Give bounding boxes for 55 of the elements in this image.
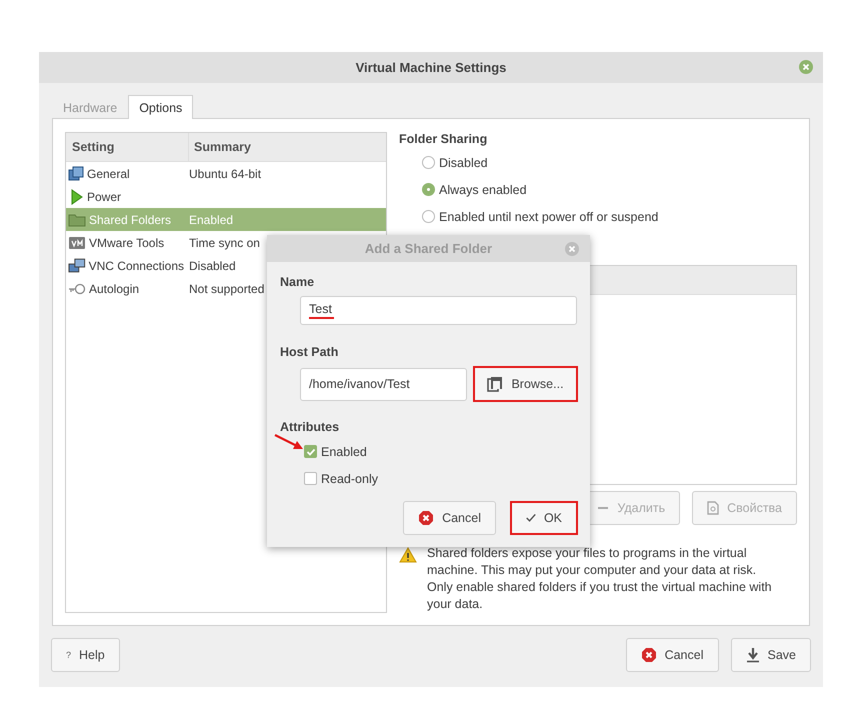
- close-icon[interactable]: [799, 60, 813, 74]
- field-label: Name: [280, 275, 316, 289]
- setting-name: Autologin: [89, 282, 140, 296]
- setting-summary: Ubuntu 64-bit: [189, 166, 262, 180]
- checkbox[interactable]: [304, 472, 317, 485]
- ok-button[interactable]: OK: [510, 501, 578, 535]
- monitors-icon: [68, 258, 86, 274]
- setting-name: General: [87, 166, 130, 180]
- warning-icon: [399, 547, 417, 563]
- folder-icon: [68, 212, 86, 228]
- cancel-icon: [418, 510, 434, 526]
- radio-button[interactable]: [422, 183, 435, 196]
- setting-name: VMware Tools: [89, 236, 164, 250]
- setting-summary: Not supported: [189, 282, 264, 296]
- check-icon: [526, 512, 536, 524]
- dialog-title: Add a Shared Folder: [364, 241, 492, 256]
- column-header: Summary: [193, 139, 252, 156]
- column-header: Setting: [66, 133, 189, 161]
- document-icon: [707, 501, 720, 515]
- radio-button[interactable]: [422, 156, 435, 169]
- settings-row[interactable]: VNC Connections Disabled: [66, 254, 386, 277]
- windows-icon: [68, 166, 84, 182]
- host-path-field[interactable]: /home/ivanov/Test: [300, 368, 467, 400]
- setting-summary: Time sync on: [189, 236, 260, 250]
- name-field[interactable]: Test: [300, 296, 577, 325]
- checkbox[interactable]: [304, 445, 317, 458]
- checkbox-label: Read-only: [321, 472, 378, 486]
- copy-icon: [487, 376, 504, 392]
- cancel-icon: [640, 647, 657, 663]
- setting-summary: Enabled: [189, 212, 234, 226]
- close-icon[interactable]: [565, 242, 579, 256]
- radio-label: Always enabled: [439, 182, 527, 196]
- section-title: Folder Sharing: [399, 132, 488, 146]
- setting-name: VNC Connections: [88, 258, 184, 272]
- checkbox-label: Enabled: [321, 444, 367, 458]
- help-button[interactable]: ? Help: [51, 638, 120, 672]
- radio-button[interactable]: [422, 210, 435, 223]
- section-label: Attributes: [280, 420, 340, 434]
- cancel-button[interactable]: Cancel: [626, 638, 718, 672]
- browse-button[interactable]: Browse...: [473, 366, 578, 402]
- setting-summary: Disabled: [189, 258, 236, 272]
- radio-label: Enabled until next power off or suspend: [439, 210, 658, 224]
- cancel-button[interactable]: Cancel: [403, 501, 496, 535]
- setting-name: Power: [87, 190, 122, 204]
- settings-row[interactable]: General Ubuntu 64-bit: [66, 162, 386, 185]
- warning-text: Shared folders expose your files to programs in the virtual machine. This may put your computer and your data at risk. Only enable shared folders if you trust the virtual machine with your data.: [427, 545, 773, 613]
- setting-name: Shared Folders: [89, 212, 172, 226]
- settings-row[interactable]: Power: [66, 185, 386, 208]
- tab[interactable]: Options: [128, 95, 194, 119]
- download-icon: [746, 647, 760, 663]
- save-button[interactable]: Save: [730, 638, 811, 672]
- tools-icon: [68, 234, 86, 250]
- radio-label: Disabled: [439, 156, 488, 170]
- window-title: Virtual Machine Settings: [356, 60, 506, 75]
- field-label: Host Path: [280, 345, 340, 359]
